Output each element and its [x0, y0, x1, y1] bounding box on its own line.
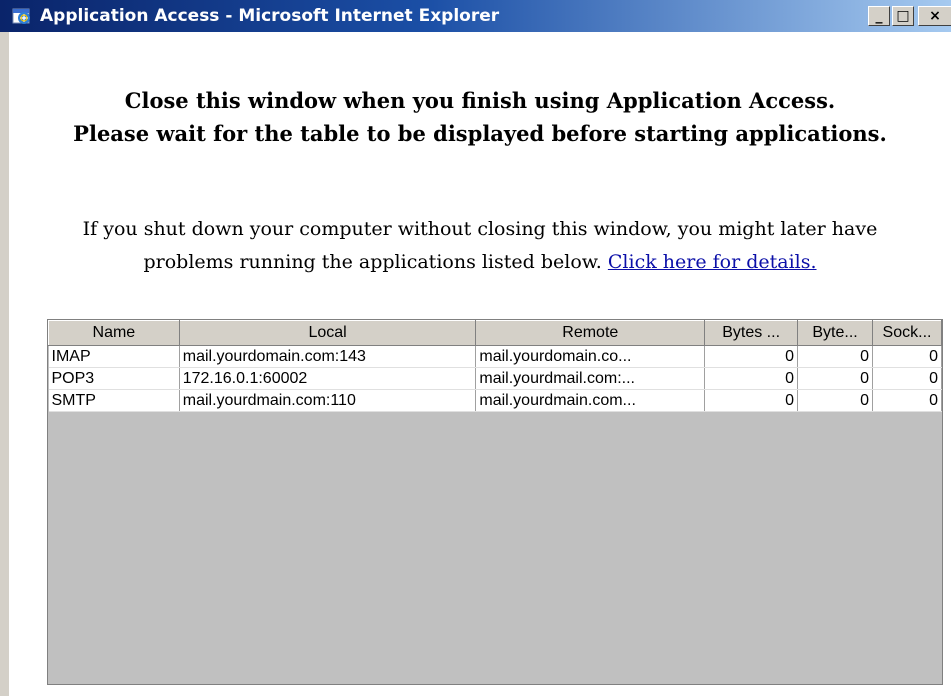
warning-line-1: If you shut down your computer without c…	[82, 218, 878, 240]
cell-name: SMTP	[48, 389, 180, 412]
warning-line-2: problems running the applications listed…	[9, 246, 951, 279]
cell-bytes-out: 0	[704, 389, 799, 412]
table-row[interactable]: IMAP mail.yourdomain.com:143 mail.yourdo…	[48, 345, 942, 368]
table-row[interactable]: SMTP mail.yourdmain.com:110 mail.yourdma…	[48, 389, 942, 412]
cell-sockets: 0	[872, 367, 942, 390]
page-heading: Close this window when you finish using …	[9, 84, 951, 150]
column-header-sockets[interactable]: Sock...	[872, 320, 942, 346]
applications-grid: Name Local Remote Bytes ... Byte... Sock…	[48, 320, 942, 412]
cell-local: mail.yourdmain.com:110	[179, 389, 477, 412]
cell-bytes-out: 0	[704, 345, 799, 368]
heading-line-1: Close this window when you finish using …	[124, 88, 836, 113]
browser-window: Application Access - Microsoft Internet …	[0, 0, 951, 696]
cell-local: 172.16.0.1:60002	[179, 367, 477, 390]
column-header-name[interactable]: Name	[48, 320, 180, 346]
minimize-icon: _	[875, 8, 883, 24]
close-icon: ×	[929, 8, 941, 24]
minimize-button[interactable]: _	[868, 6, 890, 26]
warning-line-2-text: problems running the applications listed…	[143, 251, 602, 273]
window-title: Application Access - Microsoft Internet …	[40, 6, 500, 26]
cell-remote: mail.yourdmain.com...	[475, 389, 706, 412]
cell-bytes-in: 0	[797, 389, 873, 412]
column-header-bytes-in[interactable]: Byte...	[797, 320, 873, 346]
cell-sockets: 0	[872, 345, 942, 368]
warning-text: If you shut down your computer without c…	[9, 213, 951, 279]
cell-remote: mail.yourdomain.co...	[475, 345, 706, 368]
table-row[interactable]: POP3 172.16.0.1:60002 mail.yourdmail.com…	[48, 367, 942, 390]
heading-line-2: Please wait for the table to be displaye…	[73, 121, 887, 146]
internet-explorer-icon	[12, 8, 30, 24]
close-button[interactable]: ×	[918, 6, 951, 26]
cell-local-text: 172.16.0.1:60002	[182, 369, 308, 387]
column-header-remote[interactable]: Remote	[475, 320, 706, 346]
applications-table: Name Local Remote Bytes ... Byte... Sock…	[47, 319, 943, 685]
page-content: Close this window when you finish using …	[9, 32, 951, 696]
table-header-row: Name Local Remote Bytes ... Byte... Sock…	[48, 320, 942, 346]
cell-bytes-in: 0	[797, 345, 873, 368]
cell-bytes-in: 0	[797, 367, 873, 390]
column-header-bytes-out[interactable]: Bytes ...	[704, 320, 799, 346]
column-header-local[interactable]: Local	[178, 320, 477, 346]
cell-name: POP3	[48, 367, 180, 390]
cell-name: IMAP	[48, 345, 180, 368]
cell-bytes-out: 0	[704, 367, 799, 390]
title-bar[interactable]: Application Access - Microsoft Internet …	[0, 0, 951, 32]
maximize-button[interactable]: □	[892, 6, 914, 26]
cell-sockets: 0	[872, 389, 942, 412]
cell-local: mail.yourdomain.com:143	[179, 345, 477, 368]
cell-remote: mail.yourdmail.com:...	[475, 367, 706, 390]
details-link[interactable]: Click here for details.	[608, 251, 817, 273]
maximize-icon: □	[896, 8, 910, 24]
